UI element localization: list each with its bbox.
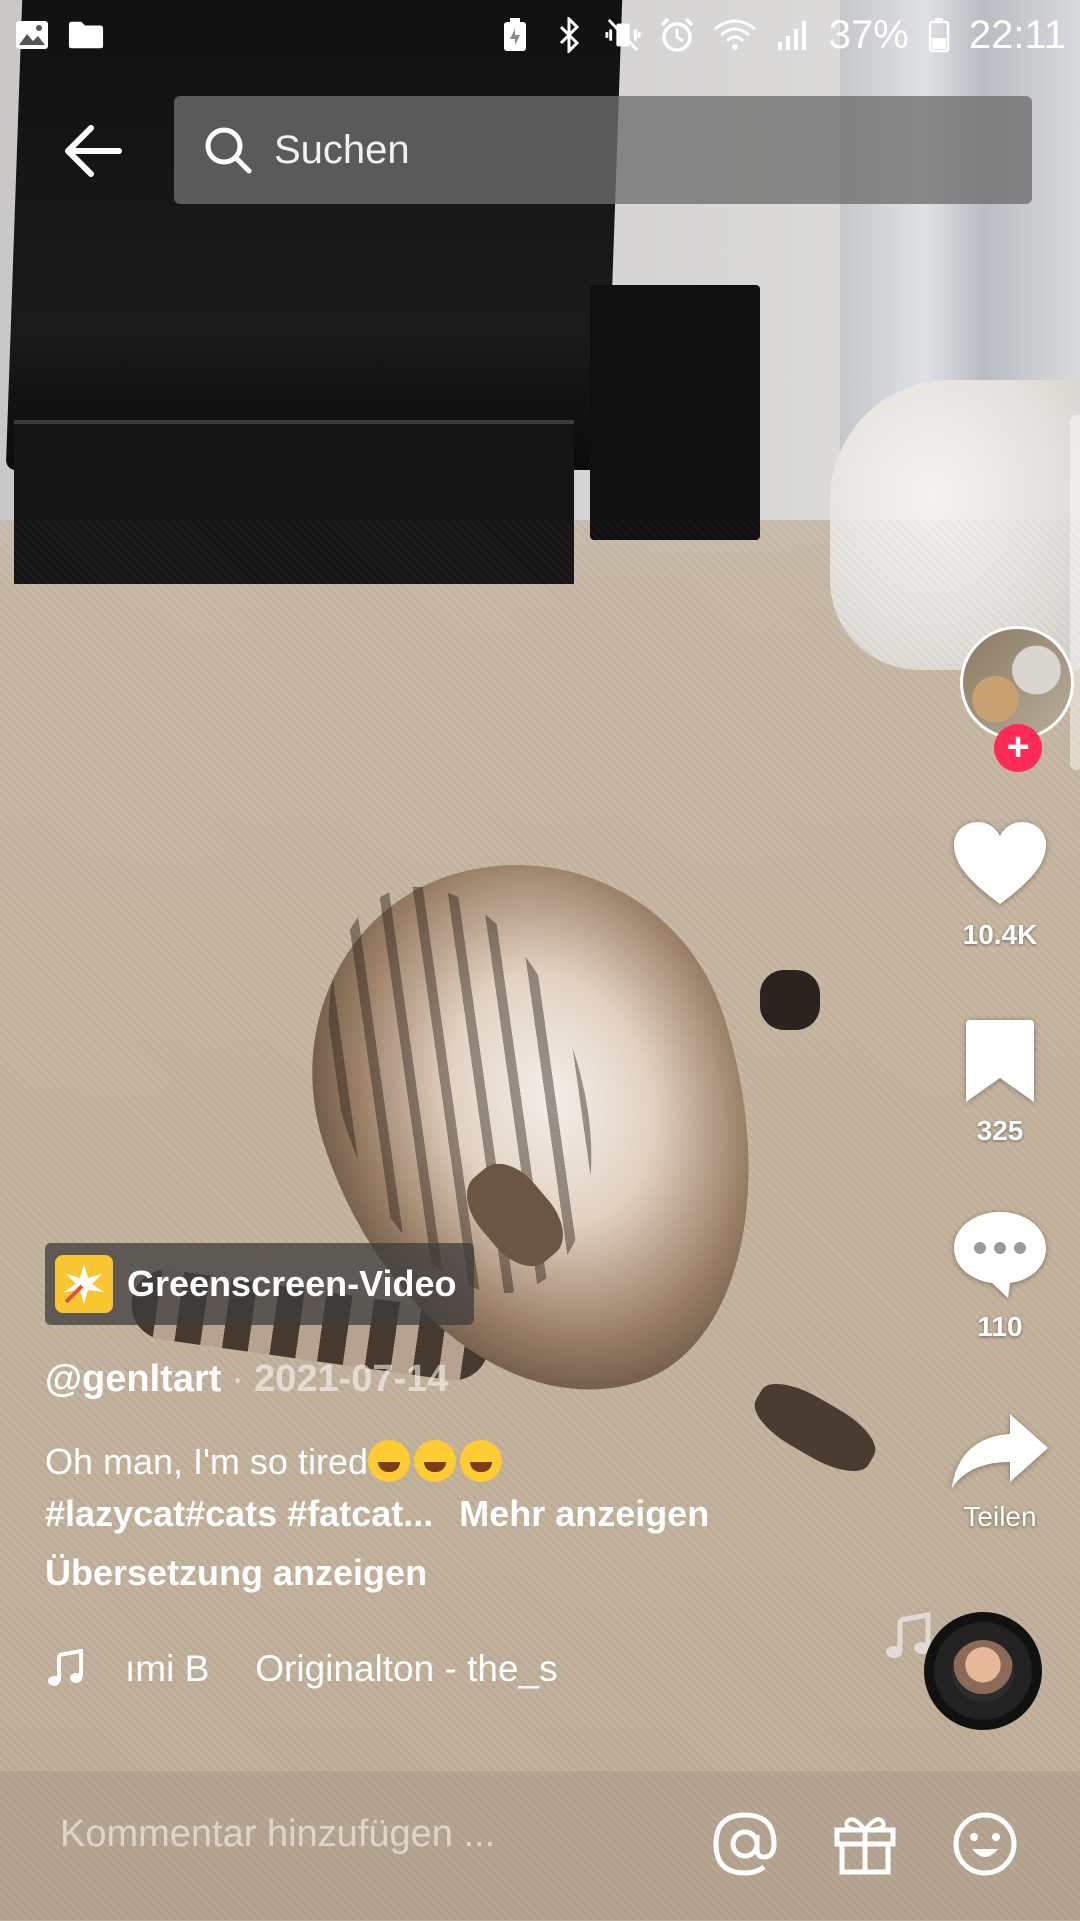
caption-text: Oh man, I'm so tired — [45, 1441, 368, 1482]
effect-sparkle-icon — [55, 1255, 113, 1313]
mention-button[interactable] — [710, 1809, 780, 1879]
battery-percent: 37% — [828, 12, 909, 57]
comment-button[interactable]: 110 — [920, 1208, 1080, 1343]
music-info[interactable]: ımi B Originalton - the_s — [45, 1648, 558, 1690]
emoji-button[interactable] — [950, 1809, 1020, 1879]
sweat-smile-emoji-icon — [459, 1440, 502, 1482]
smiley-icon — [953, 1812, 1017, 1876]
search-placeholder: Suchen — [274, 127, 410, 172]
share-button[interactable]: Teilen — [920, 1410, 1080, 1533]
caption-hashtags[interactable]: #lazycat#cats #fatcat... — [45, 1493, 433, 1534]
sound-owner: ımi B — [125, 1648, 210, 1689]
post-caption: Oh man, I'm so tired #lazycat#cats #fatc… — [45, 1436, 805, 1540]
bluetooth-icon — [551, 17, 587, 53]
creator-avatar[interactable] — [960, 626, 1074, 740]
speaker — [590, 285, 760, 540]
back-button[interactable] — [58, 118, 128, 184]
translate-link[interactable]: Übersetzung anzeigen — [45, 1552, 427, 1594]
comment-input[interactable]: Kommentar hinzufügen ... — [60, 1813, 495, 1856]
author-line: @genltart · 2021-07-14 — [45, 1358, 448, 1401]
show-more-link[interactable]: Mehr anzeigen — [459, 1493, 709, 1534]
bookmark-icon — [966, 1020, 1034, 1102]
status-right: 37% 22:11 — [497, 13, 1066, 58]
status-bar: 37% 22:11 — [0, 0, 1080, 70]
search-input[interactable]: Suchen — [174, 96, 1032, 204]
sweat-smile-emoji-icon — [367, 1440, 410, 1482]
like-button[interactable]: 10.4K — [920, 820, 1080, 951]
creator-avatar-group[interactable]: + — [960, 626, 1078, 772]
clock: 22:11 — [968, 12, 1066, 57]
wifi-icon — [713, 17, 757, 53]
save-count: 325 — [976, 1115, 1024, 1146]
at-sign-icon — [713, 1812, 777, 1876]
sweat-smile-emoji-icon — [413, 1440, 456, 1482]
signal-icon — [775, 17, 811, 53]
effect-label: Greenscreen-Video — [127, 1263, 457, 1304]
heart-icon — [954, 822, 1046, 904]
separator-dot: · — [231, 1358, 245, 1400]
save-button[interactable]: 325 — [920, 1018, 1080, 1147]
comment-bar: Kommentar hinzufügen ... — [0, 1770, 1080, 1921]
tv-stand — [5, 0, 623, 470]
gift-button[interactable] — [830, 1809, 900, 1879]
plus-icon: + — [1006, 725, 1030, 769]
sound-title: Originalton - the_s — [255, 1648, 558, 1689]
like-count: 10.4K — [962, 919, 1038, 950]
status-left — [14, 17, 104, 53]
gallery-icon — [14, 17, 50, 53]
cat-paw — [760, 970, 820, 1030]
alarm-icon — [659, 17, 695, 53]
follow-button[interactable]: + — [994, 724, 1042, 772]
share-arrow-icon — [952, 1414, 1048, 1488]
search-icon — [205, 127, 252, 174]
author-username[interactable]: @genltart — [45, 1358, 221, 1400]
sound-avatar — [952, 1640, 1014, 1702]
comment-bubble-icon — [954, 1212, 1046, 1298]
back-arrow-icon — [65, 125, 122, 177]
vibrate-off-icon — [605, 17, 641, 53]
music-note-icon — [48, 1649, 83, 1686]
comment-count: 110 — [977, 1311, 1023, 1342]
effect-badge[interactable]: Greenscreen-Video — [45, 1243, 475, 1325]
gift-icon — [834, 1817, 896, 1875]
folder-icon — [68, 17, 104, 53]
music-disc[interactable] — [924, 1612, 1042, 1730]
share-label: Teilen — [963, 1501, 1037, 1532]
battery-icon — [927, 17, 951, 53]
battery-saver-icon — [497, 17, 533, 53]
post-date: 2021-07-14 — [254, 1358, 449, 1400]
